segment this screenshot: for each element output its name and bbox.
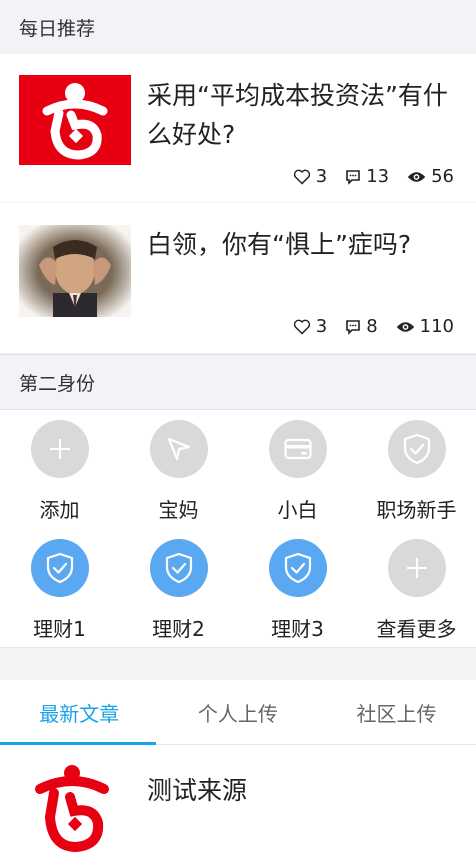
shield-check-icon [268,539,327,597]
identity-xiaobai[interactable]: 小白 [238,410,357,529]
identity-label: 添加 [39,498,80,522]
article-card-2[interactable]: 白领，你有“惧上”症吗? 3 8 110 [0,203,476,353]
article-stats: 3 8 110 [275,316,454,337]
plus-icon [30,420,89,478]
comments-stat: 8 [345,316,378,337]
comment-icon [346,319,360,335]
views-stat: 56 [407,166,454,187]
heart-icon [293,319,310,335]
article-title[interactable]: 采用“平均成本投资法”有什么好处? [147,76,457,154]
likes-stat: 3 [293,316,327,337]
identity-label: 宝妈 [158,498,199,522]
comments-count: 13 [366,166,390,187]
likes-stat: 3 [293,166,327,187]
daily-recommend-header: 每日推荐 [0,0,476,54]
comments-stat: 13 [345,166,389,187]
second-identity-title: 第二身份 [19,372,96,395]
eye-icon [396,321,414,332]
tab-community-upload[interactable]: 社区上传 [317,680,476,744]
tab-latest-articles[interactable]: 最新文章 [0,680,159,745]
latest-article-item[interactable]: 测试来源 [0,745,476,852]
daily-recommend-title: 每日推荐 [19,17,96,40]
red-logo-thumbnail [19,75,131,165]
identity-label: 理财2 [152,617,205,641]
stressed-man-photo [19,225,131,317]
article-stats: 3 13 56 [275,166,454,187]
shield-check-icon [149,539,208,597]
heart-icon [293,169,310,185]
identity-baoma[interactable]: 宝妈 [119,410,238,529]
likes-count: 3 [315,166,328,187]
red-logo-icon [32,763,112,852]
card-icon [268,420,327,478]
shield-check-icon [387,420,446,478]
latest-article-title[interactable]: 测试来源 [147,771,247,807]
eye-icon [407,171,426,182]
article-tabs: 最新文章 个人上传 社区上传 [0,680,476,745]
identity-label: 小白 [277,498,318,522]
identity-label: 职场新手 [376,498,457,522]
identity-licai2[interactable]: 理财2 [119,529,238,648]
identity-label: 查看更多 [376,617,457,641]
identity-newbie[interactable]: 职场新手 [357,410,476,529]
identity-label: 理财1 [33,617,86,641]
identity-add[interactable]: 添加 [0,410,119,529]
shield-check-icon [30,539,89,597]
likes-count: 3 [315,316,328,337]
comment-icon [346,169,360,185]
identity-licai1[interactable]: 理财1 [0,529,119,648]
comments-count: 8 [366,316,378,337]
article-title[interactable]: 白领，你有“惧上”症吗? [147,225,457,264]
views-count: 110 [419,316,454,337]
views-count: 56 [431,166,454,187]
tab-personal-upload[interactable]: 个人上传 [159,680,318,744]
views-stat: 110 [396,316,454,337]
second-identity-header: 第二身份 [0,354,476,410]
identity-licai3[interactable]: 理财3 [238,529,357,648]
identity-view-more[interactable]: 查看更多 [357,529,476,648]
identity-label: 理财3 [271,617,324,641]
article-card-1[interactable]: 采用“平均成本投资法”有什么好处? 3 13 56 [0,54,476,202]
identity-grid: 添加 宝妈 小白 职场新手 理财1 理财2 理财3 查看更多 [0,410,476,648]
paper-plane-icon [149,420,208,478]
plus-icon [387,539,446,597]
